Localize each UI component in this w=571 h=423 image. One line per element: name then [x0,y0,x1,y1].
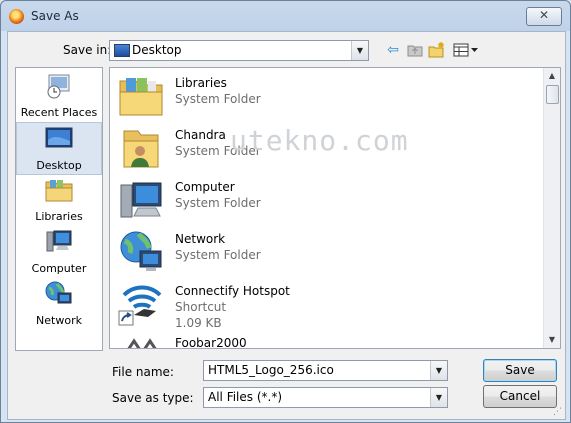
scrollbar-thumb[interactable] [546,85,559,104]
recent-places-icon [47,74,70,99]
list-item[interactable]: Computer System Folder [118,177,538,227]
scroll-down-icon[interactable]: ▼ [544,332,560,348]
file-name-input[interactable]: HTML5_Logo_256.ico ▼ [203,360,448,381]
save-in-label: Save in: [63,43,112,57]
save-type-dropdown[interactable]: All Files (*.*) ▼ [203,387,448,408]
place-recent-places[interactable]: Recent Places [17,70,101,121]
up-folder-icon [407,45,423,57]
file-name: Network [175,232,226,246]
place-label: Network [36,314,82,327]
new-folder-button[interactable] [427,40,447,60]
scroll-up-icon[interactable]: ▲ [544,68,560,84]
save-button[interactable]: Save [483,359,557,382]
firefox-icon [9,9,24,24]
vertical-scrollbar[interactable]: ▲ ▼ [543,68,560,348]
new-folder-icon [428,42,444,58]
user-folder-icon [123,130,159,168]
title-bar[interactable]: Save As ✕ [1,1,570,31]
view-menu-button[interactable] [452,40,480,60]
view-menu-icon [453,43,478,57]
wifi-shortcut-icon [118,285,162,326]
file-list[interactable]: Libraries System Folder Chandra System F… [109,67,561,349]
places-bar: Recent Places Desktop Libraries Computer… [15,67,103,351]
list-item[interactable]: Foobar2000 [118,333,538,349]
place-label: Computer [31,262,87,275]
save-in-dropdown[interactable]: Desktop ▼ [109,40,369,61]
desktop-icon [45,127,73,148]
libraries-folder-icon [119,78,163,116]
file-name-value[interactable]: HTML5_Logo_256.ico [208,363,334,377]
file-name: Libraries [175,76,227,90]
file-type: System Folder [175,248,261,262]
libraries-icon [45,180,73,202]
file-name: Computer [175,180,235,194]
chevron-down-icon[interactable]: ▼ [351,41,368,60]
close-button[interactable]: ✕ [526,7,562,26]
foobar-icon [127,338,157,348]
place-network[interactable]: Network [17,278,101,329]
dialog-body: Save in: Desktop ▼ ⇦ Recent Places Deskt… [7,31,566,420]
place-desktop[interactable]: Desktop [16,122,102,175]
file-name: Chandra [175,128,226,142]
resize-grip[interactable]: ⋰ [553,407,563,417]
file-size: 1.09 KB [175,316,222,330]
place-libraries[interactable]: Libraries [17,174,101,225]
save-type-value: All Files (*.*) [208,390,283,404]
close-icon: ✕ [538,8,550,22]
place-label: Recent Places [20,106,98,119]
computer-icon [120,182,162,218]
file-type: Shortcut [175,300,227,314]
chevron-down-icon[interactable]: ▼ [430,361,447,380]
file-name-label: File name: [112,365,174,379]
save-in-value: Desktop [132,43,182,57]
list-item[interactable]: Libraries System Folder [118,73,538,123]
save-type-label: Save as type: [112,391,194,405]
up-folder-button[interactable] [405,40,425,60]
back-icon: ⇦ [387,42,399,58]
watermark: utekno.com [230,124,409,157]
computer-icon [46,230,72,252]
place-label: Desktop [36,159,82,172]
back-button[interactable]: ⇦ [383,40,403,60]
place-label: Libraries [35,210,83,223]
window-title: Save As [31,9,79,23]
network-icon [120,231,162,271]
file-name: Foobar2000 [175,336,247,349]
file-type: System Folder [175,196,261,210]
desktop-icon [114,44,130,57]
cancel-button[interactable]: Cancel [483,385,557,408]
network-icon [45,281,72,304]
file-type: System Folder [175,92,261,106]
place-computer[interactable]: Computer [17,226,101,277]
list-item[interactable]: Connectify Hotspot Shortcut 1.09 KB [118,281,538,333]
list-item[interactable]: Network System Folder [118,229,538,279]
save-as-dialog: Save As ✕ Save in: Desktop ▼ ⇦ Recent Pl… [0,0,571,423]
chevron-down-icon[interactable]: ▼ [430,388,447,407]
file-name: Connectify Hotspot [175,284,290,298]
